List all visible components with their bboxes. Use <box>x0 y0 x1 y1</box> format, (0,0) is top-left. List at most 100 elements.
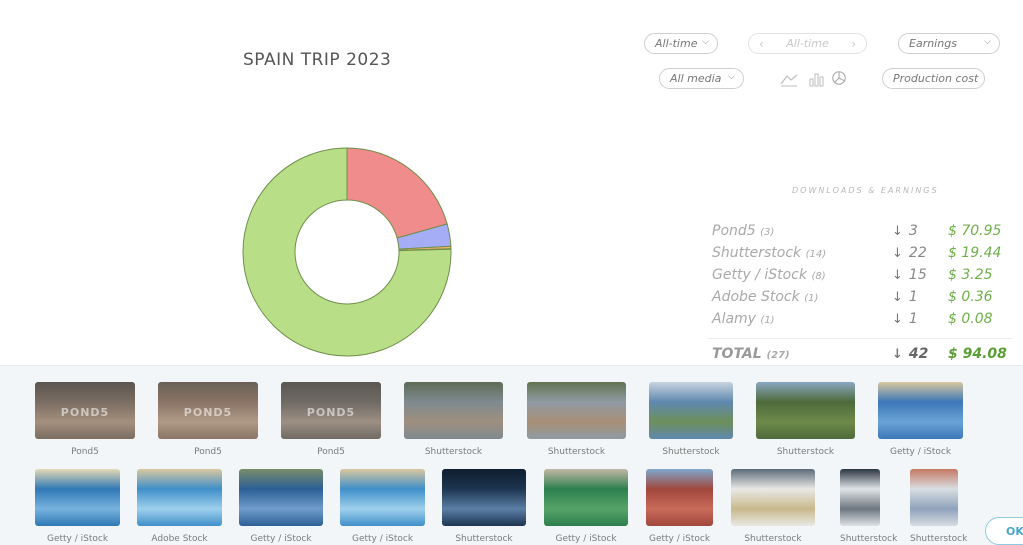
summary-divider <box>708 338 1012 339</box>
thumbnail-image <box>527 382 626 439</box>
earnings-value: $ 0.36 <box>948 289 993 305</box>
thumbnail-agency-caption: Shutterstock <box>744 534 802 544</box>
earnings-value: $ 19.44 <box>948 245 1002 261</box>
thumbnail-agency-caption: Getty / iStock <box>46 534 109 544</box>
media-select[interactable]: All media ⌵ <box>659 68 744 89</box>
thumbnail-image <box>442 469 526 526</box>
media-thumbnail[interactable]: Shutterstock <box>649 382 733 459</box>
media-thumbnail[interactable]: Getty / iStock <box>239 469 323 545</box>
media-thumbnail[interactable]: Getty / iStock <box>878 382 963 459</box>
total-downloads: 42 <box>908 346 929 362</box>
page-title: SPAIN TRIP 2023 <box>243 50 392 70</box>
watermark-label: POND5 <box>183 405 233 419</box>
production-cost-button[interactable]: Production cost <box>882 68 985 89</box>
pie-chart-icon[interactable] <box>830 70 848 86</box>
thumbnail-image <box>340 469 425 526</box>
media-thumbnail[interactable]: Getty / iStock <box>340 469 425 545</box>
period-select[interactable]: All-time ⌵ <box>644 33 718 54</box>
thumbnail-agency-caption: Shutterstock <box>547 447 606 457</box>
thumbnail-image <box>840 469 880 526</box>
total-file-count: (27) <box>766 350 790 361</box>
summary-total-row: TOTAL (27) ↓ 42 $ 94.08 <box>712 346 1012 366</box>
media-thumbnail[interactable]: Shutterstock <box>910 469 967 545</box>
thumbnail-agency-caption: Getty / iStock <box>648 534 711 544</box>
summary-row-alamy: Alamy (1) ↓ 1 $ 0.08 <box>712 311 1012 331</box>
media-thumbnail[interactable]: POND5 Pond5 <box>281 382 381 459</box>
media-thumbnail[interactable]: POND5 Pond5 <box>158 382 258 459</box>
media-thumbnail[interactable]: Shutterstock <box>404 382 503 459</box>
metric-select[interactable]: Earnings ⌵ <box>898 33 1000 54</box>
thumbnail-agency-caption: Shutterstock <box>662 447 720 457</box>
thumbnail-agency-caption: Getty / iStock <box>889 447 952 457</box>
ok-button[interactable]: OK <box>985 517 1023 545</box>
media-thumbnail[interactable]: Shutterstock <box>731 469 815 545</box>
file-count: (1) <box>760 315 775 326</box>
chevron-down-icon: ⌵ <box>728 72 735 82</box>
summary-heading: DOWNLOADS & EARNINGS <box>792 186 939 195</box>
thumbnail-image <box>646 469 713 526</box>
media-thumbnail[interactable]: Shutterstock <box>840 469 897 545</box>
media-thumbnail[interactable]: POND5 Pond5 <box>35 382 135 459</box>
agency-name: Adobe Stock <box>712 289 800 305</box>
thumbnail-image <box>878 382 963 439</box>
watermark-label: POND5 <box>60 405 110 419</box>
download-count: 15 <box>908 267 927 283</box>
media-thumbnail[interactable]: Shutterstock <box>442 469 526 545</box>
thumbnail-image <box>239 469 323 526</box>
thumbnail-agency-caption: Shutterstock <box>424 447 483 457</box>
stats-panel: SPAIN TRIP 2023 All-time ⌵ ‹ All-time › … <box>0 0 1023 545</box>
ok-button-label: OK <box>1006 524 1023 538</box>
media-thumbnail[interactable]: Getty / iStock <box>35 469 120 545</box>
chevron-left-icon: ‹ <box>759 36 764 51</box>
media-thumbnail[interactable]: Getty / iStock <box>544 469 628 545</box>
donut-slice-shutterstock[interactable] <box>346 147 448 239</box>
file-count: (3) <box>760 227 775 238</box>
thumbnail-agency-caption: Shutterstock <box>455 534 513 544</box>
agency-name: Shutterstock <box>712 245 802 261</box>
period-navigator: ‹ All-time › <box>748 33 867 54</box>
download-arrow-icon: ↓ <box>892 246 903 261</box>
download-arrow-icon: ↓ <box>892 312 903 327</box>
media-thumbnail[interactable]: Shutterstock <box>756 382 855 459</box>
media-thumbnail[interactable]: Shutterstock <box>527 382 626 459</box>
summary-row-getty: Getty / iStock (8) ↓ 15 $ 3.25 <box>712 267 1012 287</box>
agency-name: Alamy <box>712 311 756 327</box>
line-chart-icon[interactable] <box>780 71 798 87</box>
total-earnings: $ 94.08 <box>948 346 1007 362</box>
production-cost-label: Production cost <box>893 72 979 85</box>
metric-select-label: Earnings <box>909 37 957 50</box>
earnings-value: $ 3.25 <box>948 267 993 283</box>
watermark-label: POND5 <box>306 405 356 419</box>
thumbnail-agency-caption: Pond5 <box>71 447 99 457</box>
thumbnail-agency-caption: Pond5 <box>194 447 222 457</box>
media-thumbnail[interactable]: Getty / iStock <box>646 469 713 545</box>
thumbnail-image <box>756 382 855 439</box>
period-navigator-label: All-time <box>786 37 829 50</box>
download-arrow-icon: ↓ <box>892 268 903 283</box>
download-count: 1 <box>908 311 918 327</box>
media-thumbnail[interactable]: Adobe Stock <box>137 469 222 545</box>
summary-row-adobe: Adobe Stock (1) ↓ 1 $ 0.36 <box>712 289 1012 309</box>
thumbnail-image <box>910 469 958 526</box>
bar-chart-icon[interactable] <box>807 71 825 87</box>
total-label: TOTAL <box>712 346 762 362</box>
download-count: 1 <box>908 289 918 305</box>
file-count: (1) <box>804 293 819 304</box>
thumbnail-image: POND5 <box>158 382 258 439</box>
thumbnail-agency-caption: Getty / iStock <box>250 534 312 544</box>
media-select-label: All media <box>670 72 722 85</box>
thumbnail-agency-caption: Shutterstock <box>776 447 835 457</box>
agency-name: Pond5 <box>712 223 756 239</box>
earnings-value: $ 0.08 <box>948 311 993 327</box>
thumbnail-agency-caption: Getty / iStock <box>351 534 414 544</box>
thumbnail-agency-caption: Adobe Stock <box>151 534 208 544</box>
download-count: 22 <box>908 245 927 261</box>
thumbnail-image: POND5 <box>281 382 381 439</box>
summary-row-pond5: Pond5 (3) ↓ 3 $ 70.95 <box>712 223 1012 243</box>
thumbnail-image <box>649 382 733 439</box>
chevron-down-icon: ⌵ <box>702 37 709 47</box>
earnings-donut-chart <box>242 147 452 357</box>
earnings-value: $ 70.95 <box>948 223 1002 239</box>
file-count: (8) <box>811 271 826 282</box>
download-arrow-icon: ↓ <box>892 347 903 362</box>
